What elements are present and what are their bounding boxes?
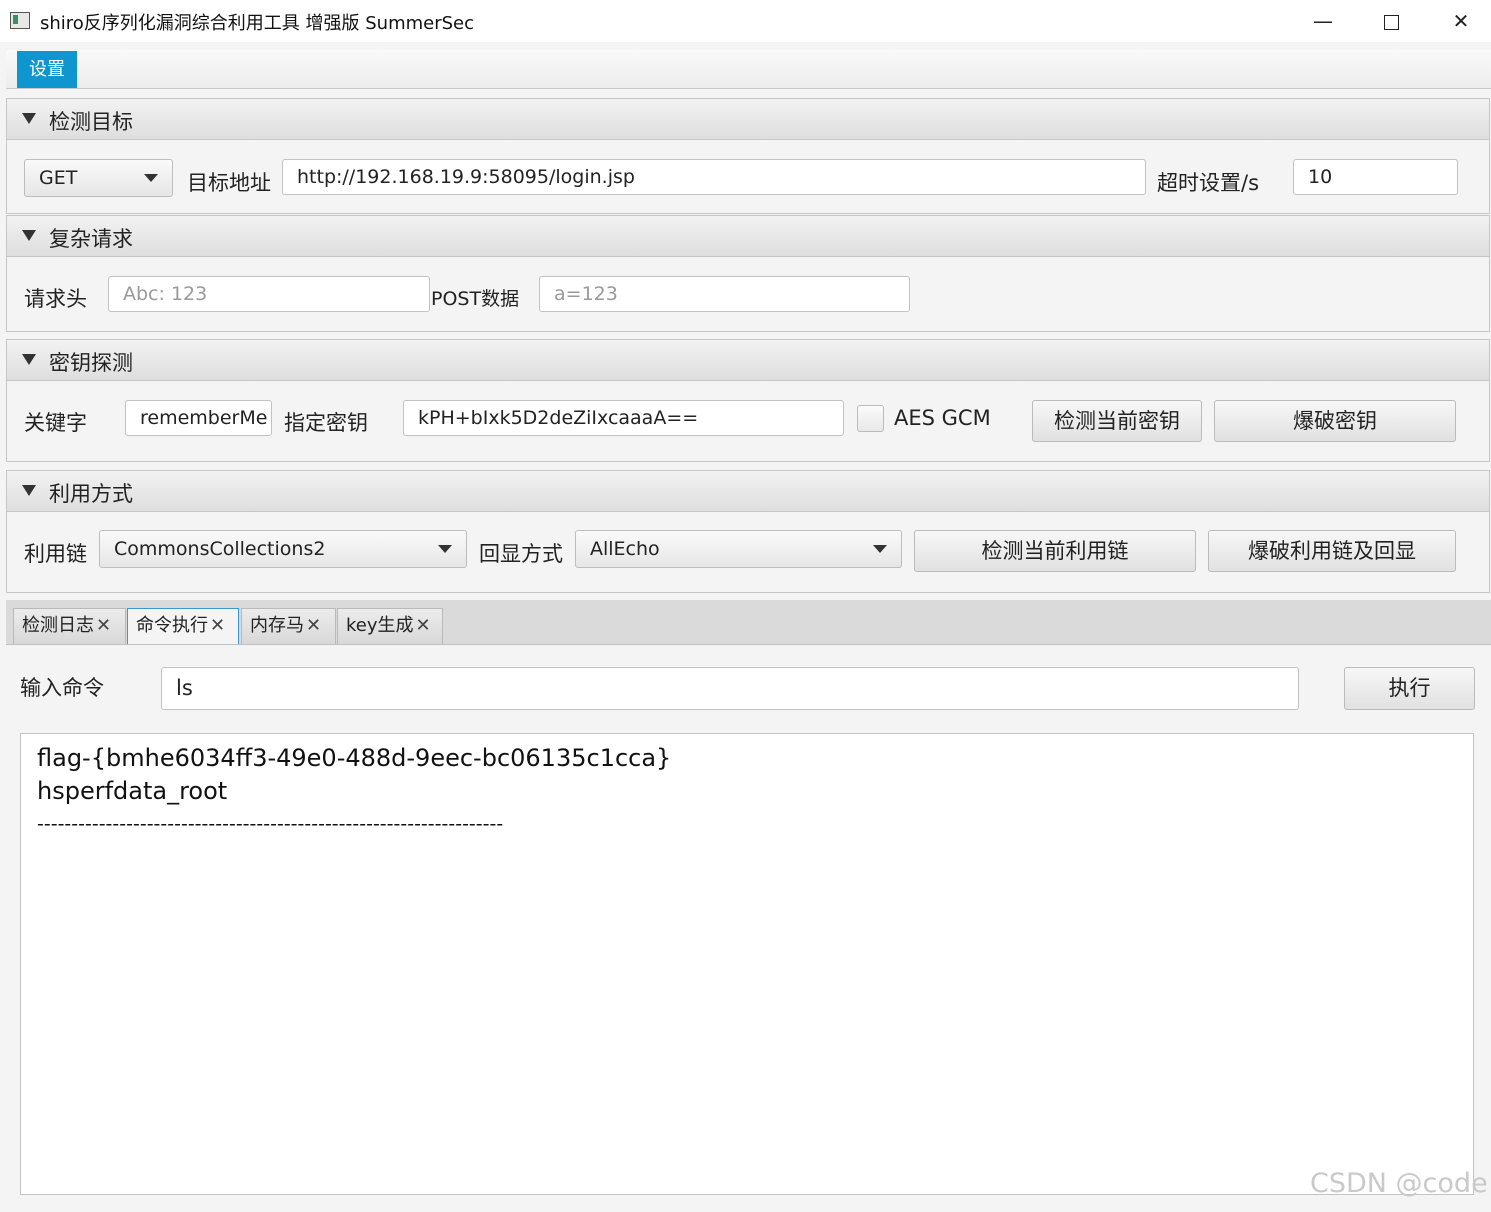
command-input[interactable]: ls [161,667,1299,710]
chain-value: CommonsCollections2 [114,538,326,560]
output-line: flag-{bmhe6034ff3-49e0-488d-9eec-bc06135… [37,744,672,772]
command-label: 输入命令 [20,676,104,700]
method-select[interactable]: GET [24,159,173,197]
timeout-input[interactable]: 10 [1293,159,1458,195]
echo-label: 回显方式 [479,542,563,566]
aes-gcm-label: AES GCM [894,406,991,430]
post-label: POST数据 [431,288,520,310]
aes-gcm-checkbox[interactable] [857,405,884,432]
collapse-arrow-icon [22,230,36,241]
detect-key-button[interactable]: 检测当前密钥 [1032,400,1202,442]
chevron-down-icon [438,545,452,553]
detect-chain-button[interactable]: 检测当前利用链 [914,530,1196,572]
echo-select[interactable]: AllEcho [575,530,902,568]
url-input[interactable]: http://192.168.19.9:58095/login.jsp [282,159,1146,195]
brute-key-button[interactable]: 爆破密钥 [1214,400,1456,442]
tab-label: 检测日志 [22,615,94,636]
collapse-arrow-icon [22,113,36,124]
complex-pane-header[interactable]: 复杂请求 [7,216,1489,257]
exploit-pane-header[interactable]: 利用方式 [7,471,1489,512]
title-bar: shiro反序列化漏洞综合利用工具 增强版 SummerSec — ✕ [0,0,1491,42]
chain-select[interactable]: CommonsCollections2 [99,530,467,568]
output-line: hsperfdata_root [37,777,228,805]
close-icon[interactable]: ✕ [210,615,225,636]
tab-label: key生成 [346,615,414,636]
key-label: 指定密钥 [284,411,368,435]
brute-chain-button[interactable]: 爆破利用链及回显 [1208,530,1456,572]
window-title: shiro反序列化漏洞综合利用工具 增强版 SummerSec [40,13,475,34]
exploit-pane: 利用方式 利用链 CommonsCollections2 回显方式 AllEch… [6,470,1490,593]
method-value: GET [39,167,78,189]
tab-label: 命令执行 [136,615,208,636]
key-input[interactable]: kPH+bIxk5D2deZiIxcaaaA== [403,400,844,436]
maximize-button[interactable] [1356,0,1426,42]
tab-memshell[interactable]: 内存马 ✕ [241,608,336,644]
close-button[interactable]: ✕ [1426,0,1491,42]
complex-pane: 复杂请求 请求头 Abc: 123 POST数据 a=123 [6,215,1490,332]
execute-button[interactable]: 执行 [1344,667,1475,710]
chain-label: 利用链 [24,542,87,566]
command-output[interactable]: flag-{bmhe6034ff3-49e0-488d-9eec-bc06135… [20,733,1474,1195]
post-input[interactable]: a=123 [539,276,910,312]
tab-strip: 检测日志 ✕ 命令执行 ✕ 内存马 ✕ key生成 ✕ [6,600,1491,645]
target-pane: 检测目标 GET 目标地址 http://192.168.19.9:58095/… [6,98,1490,214]
keyword-label: 关键字 [24,411,87,435]
exploit-pane-title: 利用方式 [49,482,133,506]
collapse-arrow-icon [22,485,36,496]
menu-settings[interactable]: 设置 [17,51,77,88]
close-icon[interactable]: ✕ [96,615,111,636]
target-pane-title: 检测目标 [49,110,133,134]
key-pane: 密钥探测 关键字 rememberMe 指定密钥 kPH+bIxk5D2deZi… [6,339,1490,462]
chevron-down-icon [144,174,158,182]
header-label: 请求头 [24,287,87,311]
app-icon [10,12,30,29]
chevron-down-icon [873,545,887,553]
close-icon[interactable]: ✕ [306,615,321,636]
timeout-label: 超时设置/s [1157,171,1260,195]
tab-command-exec[interactable]: 命令执行 ✕ [127,608,239,644]
tab-label: 内存马 [250,615,304,636]
tab-key-gen[interactable]: key生成 ✕ [337,608,443,644]
url-label: 目标地址 [187,171,271,195]
menu-bar: 设置 [6,50,1491,89]
key-pane-title: 密钥探测 [49,351,133,375]
tab-detect-log[interactable]: 检测日志 ✕ [13,608,126,644]
echo-value: AllEcho [590,538,660,560]
minimize-button[interactable]: — [1288,0,1358,42]
keyword-input[interactable]: rememberMe [125,400,272,436]
close-icon[interactable]: ✕ [416,615,431,636]
target-pane-header[interactable]: 检测目标 [7,99,1489,140]
watermark: CSDN @code! [1310,1168,1491,1199]
collapse-arrow-icon [22,354,36,365]
header-input[interactable]: Abc: 123 [108,276,430,312]
maximize-icon [1383,15,1399,30]
output-line: ----------------------------------------… [37,813,504,835]
complex-pane-title: 复杂请求 [49,227,133,251]
key-pane-header[interactable]: 密钥探测 [7,340,1489,381]
